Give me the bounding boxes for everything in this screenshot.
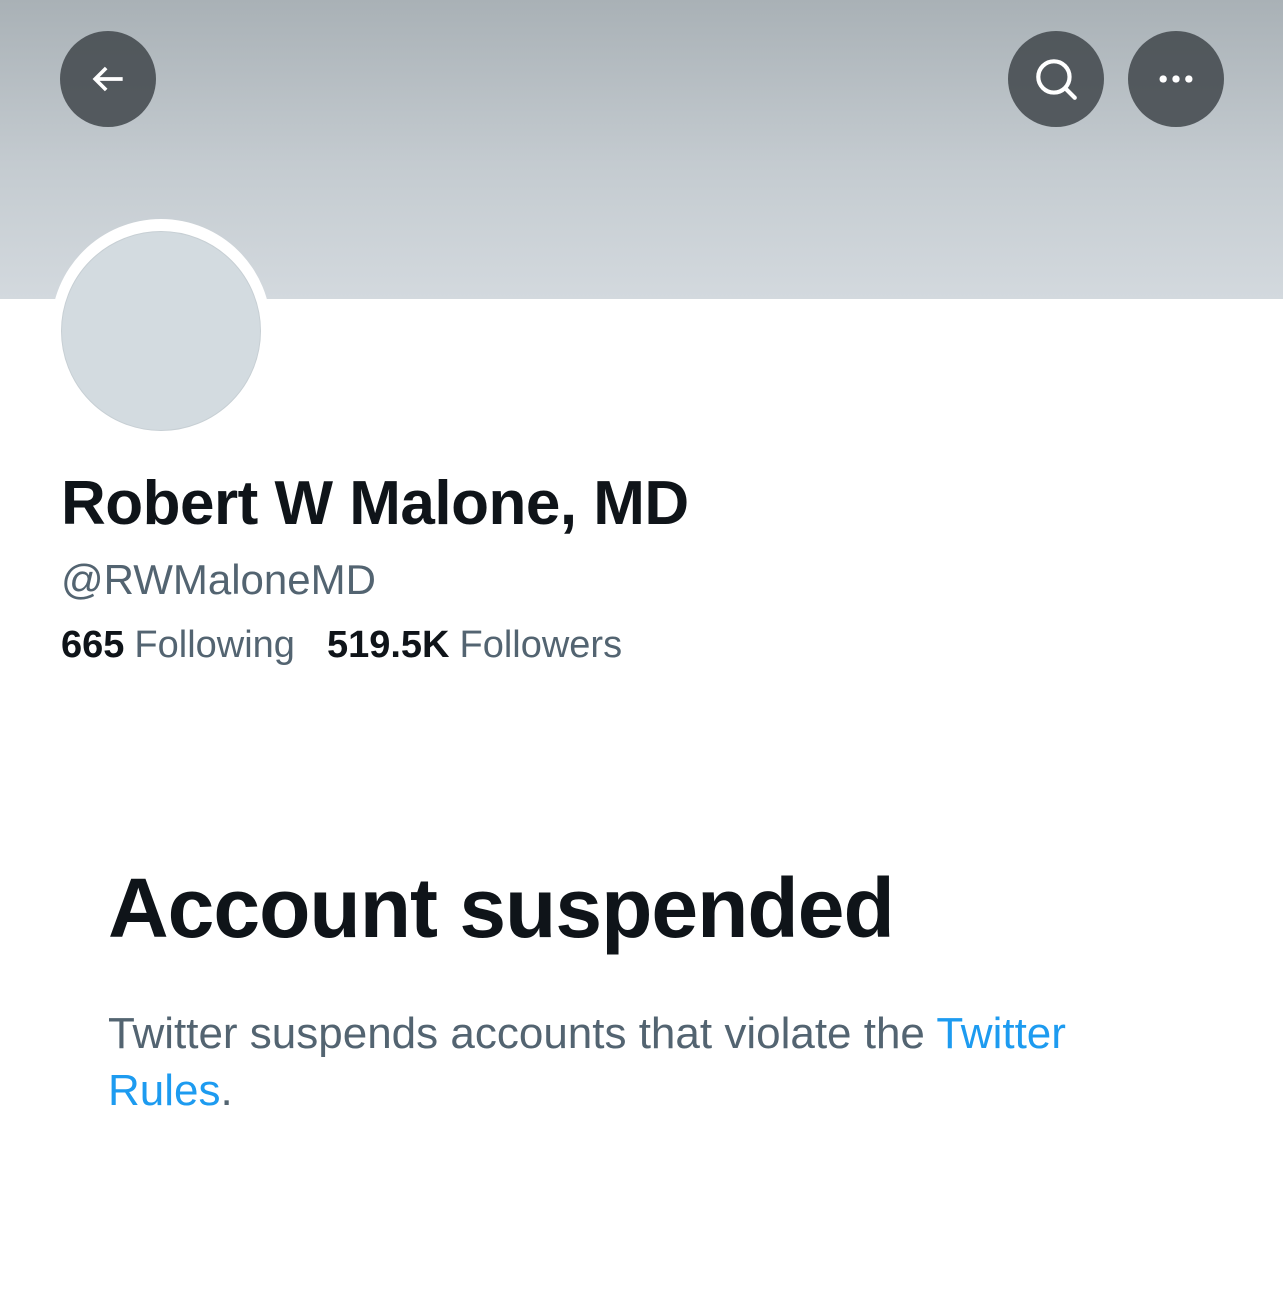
followers-label: Followers [459,624,623,666]
following-link[interactable]: 665 Following [61,624,295,667]
avatar[interactable] [61,231,261,431]
display-name: Robert W Malone, MD [61,469,689,538]
search-button[interactable] [1008,31,1104,127]
trailing-period: . [220,1066,233,1115]
search-icon [1036,59,1077,100]
profile-stats: 665 Following 519.5K Followers [61,624,622,667]
more-dots-icon [1159,75,1193,83]
more-button[interactable] [1128,31,1224,127]
suspended-description-text: Twitter suspends accounts that violate t… [108,1009,925,1058]
user-handle: @RWMaloneMD [61,556,376,603]
suspended-title: Account suspended [108,861,895,955]
suspended-description: Twitter suspends accounts that violate t… [108,1005,1108,1119]
back-button[interactable] [60,31,156,127]
following-label: Following [134,624,295,666]
followers-link[interactable]: 519.5K Followers [327,624,622,667]
followers-count: 519.5K [326,624,450,666]
following-count: 665 [61,624,125,666]
back-arrow-icon [92,66,123,92]
